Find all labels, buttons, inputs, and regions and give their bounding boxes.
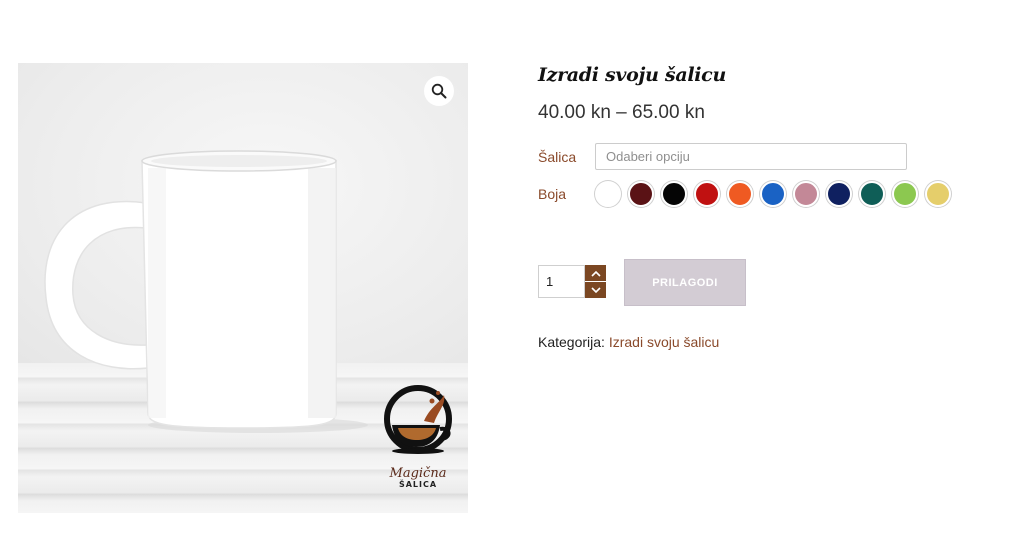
product-summary: Izradi svoju šalicu 40.00 kn – 65.00 kn … bbox=[538, 60, 998, 350]
color-swatch[interactable] bbox=[892, 181, 918, 207]
quantity-increase-button[interactable] bbox=[585, 265, 606, 281]
quantity-control: 1 bbox=[538, 265, 606, 299]
variation-label-boja: Boja bbox=[538, 186, 567, 202]
zoom-button[interactable] bbox=[424, 76, 454, 106]
category-link[interactable]: Izradi svoju šalicu bbox=[609, 334, 720, 350]
quantity-stepper bbox=[585, 265, 606, 299]
color-swatch[interactable] bbox=[727, 181, 753, 207]
product-meta: Kategorija: Izradi svoju šalicu bbox=[538, 334, 719, 350]
salica-select[interactable]: Odaberi opciju bbox=[595, 143, 907, 170]
color-swatch[interactable] bbox=[694, 181, 720, 207]
variation-label-salica: Šalica bbox=[538, 148, 577, 165]
zoom-icon bbox=[431, 83, 447, 99]
product-title: Izradi svoju šalicu bbox=[538, 64, 726, 86]
product-image[interactable]: Magična ŠALICA bbox=[18, 63, 468, 513]
variation-row-boja: Boja bbox=[538, 181, 951, 207]
color-swatch[interactable] bbox=[826, 181, 852, 207]
color-swatch[interactable] bbox=[595, 181, 621, 207]
logo-script-text: Magična bbox=[389, 466, 447, 481]
color-swatch[interactable] bbox=[628, 181, 654, 207]
color-swatch[interactable] bbox=[661, 181, 687, 207]
category-label: Kategorija: bbox=[538, 334, 605, 350]
quantity-decrease-button[interactable] bbox=[585, 282, 606, 298]
color-swatch[interactable] bbox=[859, 181, 885, 207]
product-price: 40.00 kn – 65.00 kn bbox=[538, 102, 705, 123]
chevron-up-icon bbox=[590, 270, 601, 277]
customize-button[interactable]: PRILAGODI bbox=[624, 259, 746, 306]
color-swatch[interactable] bbox=[925, 181, 951, 207]
color-swatch[interactable] bbox=[793, 181, 819, 207]
variation-row-salica: Šalica Odaberi opciju bbox=[538, 143, 907, 170]
brand-logo: Magična ŠALICA bbox=[374, 381, 462, 501]
quantity-input[interactable]: 1 bbox=[538, 265, 585, 298]
logo-caps-text: ŠALICA bbox=[398, 480, 438, 489]
color-swatches bbox=[595, 181, 951, 207]
cup-logo-icon bbox=[384, 385, 452, 454]
color-swatch[interactable] bbox=[760, 181, 786, 207]
chevron-down-icon bbox=[590, 286, 601, 293]
